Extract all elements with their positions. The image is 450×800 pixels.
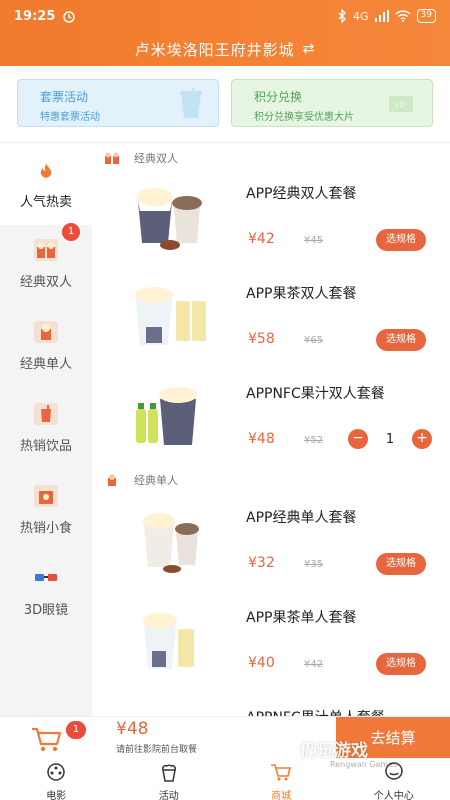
tab-mall[interactable]: 商城	[225, 758, 338, 800]
watermark-subtext: Rengwan Games	[330, 760, 398, 769]
cart-icon[interactable]	[30, 725, 64, 753]
product-item[interactable]: APP经典双人套餐 ¥42 ¥45 选规格	[92, 169, 450, 269]
cinema-selector[interactable]: 卢米埃洛阳王府井影城 ⇄	[0, 32, 450, 66]
popcorn-double-icon	[105, 152, 119, 164]
status-time: 19:25	[14, 8, 56, 24]
product-item[interactable]: APP果茶单人套餐 ¥40 ¥42 选规格	[92, 593, 450, 693]
swap-icon: ⇄	[302, 41, 316, 57]
cart-tab-icon	[271, 764, 292, 781]
promo-card-package[interactable]: 套票活动 特惠套票活动	[17, 79, 219, 127]
product-item[interactable]: APPNFC果汁双人套餐 ¥48 ¥52 − 1 +	[92, 369, 450, 469]
popcorn-double-icon	[34, 239, 58, 261]
sidebar-item-label: 人气热卖	[19, 195, 72, 210]
popcorn-tab-icon	[161, 764, 176, 782]
combo-single-image	[143, 513, 199, 573]
sidebar-item-label: 经典单人	[19, 357, 72, 372]
popcorn-single-icon	[108, 474, 116, 486]
section-title: 经典单人	[134, 474, 178, 487]
decrease-button[interactable]: −	[348, 429, 368, 449]
product-price: ¥48	[248, 431, 275, 447]
product-name: APP果茶双人套餐	[246, 286, 357, 302]
product-item[interactable]: APP经典单人套餐 ¥32 ¥35 选规格	[92, 493, 450, 593]
product-name: APP经典双人套餐	[246, 186, 357, 202]
promo-subtitle: 特惠套票活动	[40, 112, 100, 123]
tab-movies[interactable]: 电影	[0, 758, 113, 800]
product-name: APP果茶单人套餐	[246, 610, 357, 626]
product-item[interactable]: APPNFC果汁单人套餐	[92, 693, 450, 716]
alarm-icon	[63, 11, 76, 23]
cinema-name: 卢米埃洛阳王府井影城	[134, 40, 295, 59]
product-name: APPNFC果汁双人套餐	[246, 386, 385, 402]
combo-tea-double-image	[135, 287, 206, 345]
category-sidebar: 人气热卖 1 经典双人 经典单人 热销饮品 热销小食 3D眼镜	[0, 143, 92, 716]
increase-button[interactable]: +	[412, 429, 432, 449]
flame-icon	[40, 163, 52, 178]
combo-tea-single-image	[143, 613, 194, 669]
section-header: 经典双人	[104, 147, 178, 169]
promo-card-points[interactable]: 积分兑换 积分兑换享受优惠大片 VIP	[231, 79, 433, 127]
product-item[interactable]: APP果茶双人套餐 ¥58 ¥65 选规格	[92, 269, 450, 369]
product-original-price: ¥52	[304, 435, 324, 446]
promo-title: 套票活动	[40, 90, 89, 104]
sidebar-item-snacks[interactable]: 热销小食	[0, 471, 92, 553]
section-header: 经典单人	[104, 469, 178, 491]
product-original-price: ¥42	[304, 659, 324, 670]
product-price: ¥42	[248, 231, 275, 247]
cart-badge: 1	[66, 721, 86, 739]
popcorn-single-icon	[34, 321, 58, 343]
app-header: 19:25 4G 39 卢米埃洛阳王府井影城 ⇄	[0, 0, 450, 66]
product-name: APP经典单人套餐	[246, 510, 357, 526]
tab-activities[interactable]: 活动	[113, 758, 226, 800]
select-spec-button[interactable]: 选规格	[376, 329, 426, 351]
pickup-note: 请前往影院前台取餐	[116, 745, 198, 755]
product-list[interactable]: 经典双人 APP经典双人套餐 ¥42 ¥45 选规格 APP果茶双人套餐 ¥58…	[92, 143, 450, 716]
bluetooth-icon	[338, 9, 346, 23]
product-price: ¥58	[248, 331, 275, 347]
combo-juice-double-image	[136, 387, 197, 445]
ticket-cup-icon	[180, 88, 202, 118]
cart-total: ¥48	[116, 719, 149, 739]
select-spec-button[interactable]: 选规格	[376, 653, 426, 675]
product-price: ¥40	[248, 655, 275, 671]
sidebar-item-drinks[interactable]: 热销饮品	[0, 389, 92, 471]
3d-glasses-icon	[35, 574, 57, 581]
vip-card-icon: VIP	[389, 96, 413, 112]
combo-double-image	[137, 188, 202, 250]
select-spec-button[interactable]: 选规格	[376, 229, 426, 251]
sidebar-badge: 1	[62, 223, 80, 241]
tab-label: 商城	[271, 791, 292, 800]
sidebar-item-hot[interactable]: 人气热卖	[0, 143, 92, 225]
sidebar-item-single[interactable]: 经典单人	[0, 307, 92, 389]
network-label: 4G	[353, 9, 369, 23]
product-original-price: ¥35	[304, 559, 324, 570]
product-original-price: ¥45	[304, 235, 324, 246]
status-bar: 19:25 4G 39	[0, 0, 450, 32]
tab-label: 活动	[158, 791, 179, 800]
sidebar-item-label: 经典双人	[19, 275, 72, 290]
section-title: 经典双人	[134, 152, 178, 165]
promo-row: 套票活动 特惠套票活动 积分兑换 积分兑换享受优惠大片 VIP	[0, 66, 450, 142]
snack-icon	[34, 485, 58, 507]
quantity-value: 1	[385, 431, 395, 447]
drink-icon	[34, 403, 58, 425]
wifi-icon	[395, 10, 411, 22]
signal-icon	[374, 10, 389, 22]
watermark-text: 仍玩游戏	[300, 741, 368, 761]
sidebar-item-double[interactable]: 1 经典双人	[0, 223, 92, 307]
sidebar-item-label: 3D眼镜	[23, 603, 69, 618]
tab-label: 电影	[46, 791, 67, 800]
tab-label: 个人中心	[373, 791, 414, 800]
sidebar-item-label: 热销饮品	[19, 439, 72, 454]
product-name: APPNFC果汁单人套餐	[246, 707, 385, 716]
film-reel-icon	[47, 763, 65, 781]
battery-indicator: 39	[416, 9, 436, 23]
sidebar-item-3d-glasses[interactable]: 3D眼镜	[0, 553, 92, 635]
product-price: ¥32	[248, 555, 275, 571]
svg-text:VIP: VIP	[394, 101, 407, 110]
sidebar-item-label: 热销小食	[19, 521, 72, 536]
cart-bar: 1 ¥48 请前往影院前台取餐 去结算	[0, 716, 450, 759]
quantity-stepper: − 1 +	[348, 429, 432, 449]
select-spec-button[interactable]: 选规格	[376, 553, 426, 575]
product-original-price: ¥65	[304, 335, 324, 346]
